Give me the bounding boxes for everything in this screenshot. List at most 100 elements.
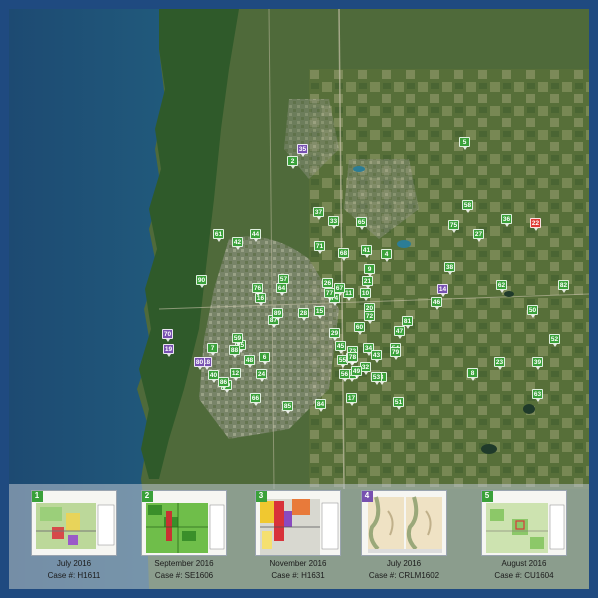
map-marker-26[interactable]: 26 xyxy=(322,278,333,291)
map-marker-38[interactable]: 38 xyxy=(444,262,455,275)
map-marker-14[interactable]: 14 xyxy=(437,284,448,297)
map-marker-46[interactable]: 46 xyxy=(431,297,442,310)
map-marker-76[interactable]: 76 xyxy=(252,283,263,296)
case-id: Case #: H1611 xyxy=(47,571,101,580)
map-marker-19[interactable]: 19 xyxy=(163,344,174,357)
map-marker-71[interactable]: 71 xyxy=(314,241,325,254)
map-marker-68[interactable]: 68 xyxy=(338,248,349,261)
map-marker-4[interactable]: 4 xyxy=(381,249,392,262)
case-card-1[interactable]: 1 July 2016 Case #: H1611 xyxy=(31,490,117,580)
case-id: Case #: SE1606 xyxy=(154,571,214,580)
case-card-4[interactable]: 4 July 2016 Case #: CRLM1602 xyxy=(361,490,447,580)
map-marker-28[interactable]: 28 xyxy=(298,308,309,321)
map-marker-75[interactable]: 75 xyxy=(448,220,459,233)
case-thumbnail-3[interactable]: 3 xyxy=(255,490,341,556)
map-marker-50[interactable]: 50 xyxy=(527,305,538,318)
map-marker-9[interactable]: 9 xyxy=(364,264,375,277)
map-frame: 2345678910111213141516171819202122232425… xyxy=(0,0,598,598)
map-marker-15[interactable]: 15 xyxy=(314,306,325,319)
map-marker-45[interactable]: 45 xyxy=(335,341,346,354)
case-thumbnail-5[interactable]: 5 xyxy=(481,490,567,556)
map-marker-86[interactable]: 86 xyxy=(218,377,229,390)
map-marker-33[interactable]: 33 xyxy=(328,216,339,229)
case-number-badge: 3 xyxy=(256,491,267,502)
map-marker-64[interactable]: 64 xyxy=(276,283,287,296)
case-id: Case #: CRLM1602 xyxy=(368,571,440,580)
map-marker-56[interactable]: 56 xyxy=(339,369,350,382)
map-marker-21[interactable]: 21 xyxy=(362,276,373,289)
case-number-badge: 1 xyxy=(32,491,43,502)
map-marker-8[interactable]: 8 xyxy=(467,368,478,381)
case-number-badge: 2 xyxy=(142,491,153,502)
map-marker-2[interactable]: 2 xyxy=(287,156,298,169)
case-card-5[interactable]: 5 August 2016 Case #: CU1604 xyxy=(481,490,567,580)
map-marker-41[interactable]: 41 xyxy=(361,245,372,258)
map-marker-47[interactable]: 47 xyxy=(394,326,405,339)
case-id: Case #: CU1604 xyxy=(494,571,554,580)
map-marker-42[interactable]: 42 xyxy=(232,237,243,250)
map-marker-88[interactable]: 88 xyxy=(229,345,240,358)
case-map-thumbnail xyxy=(482,491,566,555)
map-marker-66[interactable]: 66 xyxy=(250,393,261,406)
map-marker-35[interactable]: 35 xyxy=(297,144,308,157)
map-marker-80[interactable]: 80 xyxy=(194,357,205,370)
map-marker-90[interactable]: 90 xyxy=(196,275,207,288)
map-marker-65[interactable]: 65 xyxy=(356,217,367,230)
map-marker-79[interactable]: 79 xyxy=(390,347,401,360)
map-marker-6[interactable]: 6 xyxy=(259,352,270,365)
map-marker-39[interactable]: 39 xyxy=(532,357,543,370)
map-marker-78[interactable]: 78 xyxy=(347,352,358,365)
case-date: August 2016 xyxy=(501,559,547,568)
case-thumbnail-2[interactable]: 2 xyxy=(141,490,227,556)
map-marker-24[interactable]: 24 xyxy=(256,369,267,382)
map-marker-81[interactable]: 81 xyxy=(402,316,413,329)
map-marker-17[interactable]: 17 xyxy=(346,393,357,406)
case-map-thumbnail xyxy=(32,491,116,555)
case-thumbnail-1[interactable]: 1 xyxy=(31,490,117,556)
map-marker-89[interactable]: 89 xyxy=(272,308,283,321)
case-date: July 2016 xyxy=(56,559,92,568)
map-marker-27[interactable]: 27 xyxy=(473,229,484,242)
case-map-thumbnail xyxy=(256,491,340,555)
map-marker-60[interactable]: 60 xyxy=(354,322,365,335)
map-marker-85[interactable]: 85 xyxy=(282,401,293,414)
map-marker-70[interactable]: 70 xyxy=(162,329,173,342)
map-marker-63[interactable]: 63 xyxy=(532,389,543,402)
map-marker-61[interactable]: 61 xyxy=(213,229,224,242)
case-card-2[interactable]: 2 September 2016 Case #: SE1606 xyxy=(141,490,227,580)
case-date: September 2016 xyxy=(154,559,214,568)
map-marker-7[interactable]: 7 xyxy=(207,343,218,356)
case-number-badge: 5 xyxy=(482,491,493,502)
case-map-thumbnail xyxy=(142,491,226,555)
map-marker-59[interactable]: 59 xyxy=(232,333,243,346)
case-thumbnail-4[interactable]: 4 xyxy=(361,490,447,556)
map-marker-84[interactable]: 84 xyxy=(315,399,326,412)
map-marker-62[interactable]: 62 xyxy=(496,280,507,293)
map-marker-12[interactable]: 12 xyxy=(230,368,241,381)
map-marker-58[interactable]: 58 xyxy=(462,200,473,213)
map-marker-37[interactable]: 37 xyxy=(313,207,324,220)
map-marker-43[interactable]: 43 xyxy=(371,350,382,363)
map-marker-53[interactable]: 53 xyxy=(371,372,382,385)
case-date: July 2016 xyxy=(386,559,422,568)
map-marker-23[interactable]: 23 xyxy=(494,357,505,370)
map-marker-72[interactable]: 72 xyxy=(364,311,375,324)
case-card-3[interactable]: 3 November 2016 Case #: H1631 xyxy=(255,490,341,580)
map-marker-22[interactable]: 22 xyxy=(530,218,541,231)
map-marker-52[interactable]: 52 xyxy=(549,334,560,347)
map-marker-29[interactable]: 29 xyxy=(329,328,340,341)
map-marker-10[interactable]: 10 xyxy=(360,288,371,301)
case-number-badge: 4 xyxy=(362,491,373,502)
map-marker-5[interactable]: 5 xyxy=(459,137,470,150)
case-map-thumbnail xyxy=(362,491,446,555)
map-marker-67[interactable]: 67 xyxy=(334,283,345,296)
map-marker-36[interactable]: 36 xyxy=(501,214,512,227)
map-marker-48[interactable]: 48 xyxy=(244,355,255,368)
map-marker-82[interactable]: 82 xyxy=(558,280,569,293)
map-marker-77[interactable]: 77 xyxy=(324,288,335,301)
map-marker-51[interactable]: 51 xyxy=(393,397,404,410)
case-id: Case #: H1631 xyxy=(271,571,325,580)
map-marker-44[interactable]: 44 xyxy=(250,229,261,242)
case-date: November 2016 xyxy=(269,559,327,568)
map-marker-49[interactable]: 49 xyxy=(351,366,362,379)
